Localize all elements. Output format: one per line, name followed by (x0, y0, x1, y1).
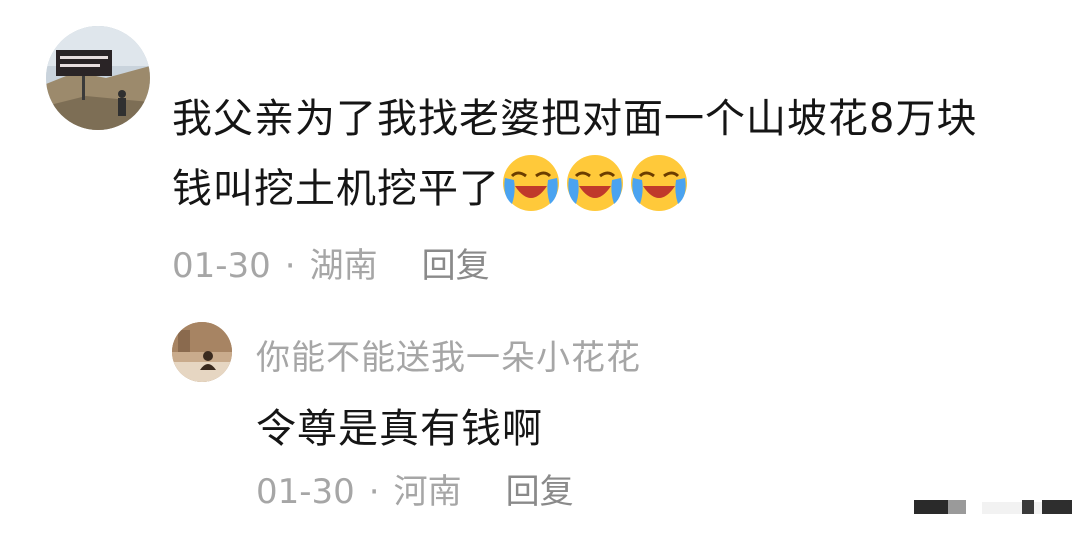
comment-text: 我父亲为了我找老婆把对面一个山坡花8万块 钱叫挖土机挖平了 (172, 86, 1032, 222)
comment-text-line2-text: 钱叫挖土机挖平了 (172, 166, 500, 212)
reply-reply-button[interactable]: 回复 (506, 472, 574, 512)
reply-avatar[interactable] (172, 322, 232, 382)
reply-location: 河南 (393, 472, 462, 512)
comment-avatar[interactable] (46, 26, 150, 130)
comment-location: 湖南 (309, 246, 378, 286)
comment-meta: 01-30 · 湖南 回复 (172, 238, 490, 287)
user-avatar-photo-icon (172, 322, 232, 382)
blurred-watermark (914, 498, 1074, 516)
reply-text: 令尊是真有钱啊 (256, 406, 543, 452)
laughing-crying-emoji-icon (500, 152, 562, 214)
laughing-crying-emoji-icon (628, 152, 690, 214)
comment-text-line1: 我父亲为了我找老婆把对面一个山坡花8万块 (172, 96, 978, 142)
reply-username[interactable]: 你能不能送我一朵小花花 (256, 330, 641, 379)
laughing-crying-emoji-icon (564, 152, 626, 214)
reply-button[interactable]: 回复 (422, 246, 490, 286)
comment-date: 01-30 (172, 246, 271, 286)
meta-separator: · (284, 246, 296, 286)
user-avatar-photo-icon (46, 26, 150, 130)
comment-text-line2: 钱叫挖土机挖平了 (172, 152, 1032, 222)
meta-separator: · (368, 472, 380, 512)
reply-date: 01-30 (256, 472, 355, 512)
reply-meta: 01-30 · 河南 回复 (256, 464, 574, 513)
